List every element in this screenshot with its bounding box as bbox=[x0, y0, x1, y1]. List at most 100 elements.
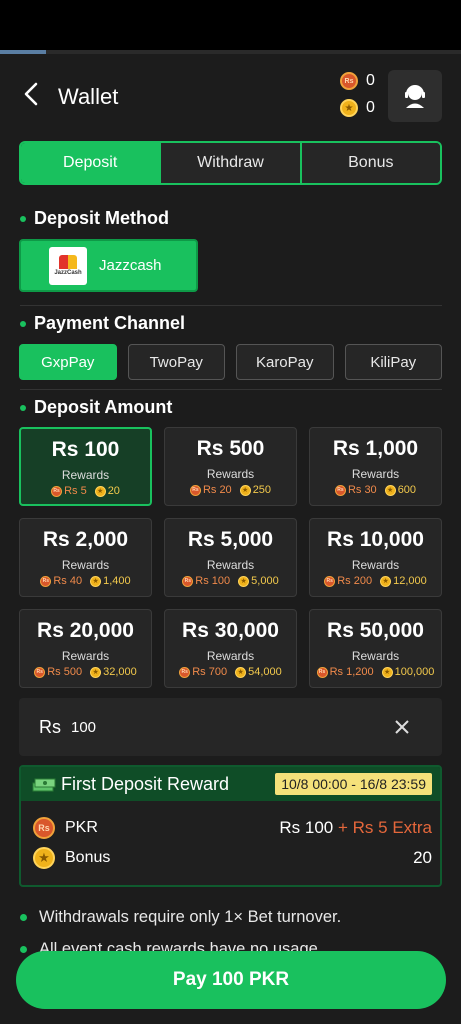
amount-value: Rs 2,000 bbox=[42, 528, 129, 551]
page-title: Wallet bbox=[58, 84, 119, 109]
payment-channels: GxpPay TwoPay KaroPay KiliPay bbox=[19, 344, 442, 380]
bonus-reward: 250 bbox=[252, 484, 272, 496]
reward-breakdown: Rs Rs 700 ★ 54,000 bbox=[179, 666, 282, 678]
star-coin-icon: ★ bbox=[94, 485, 106, 497]
customer-support-button[interactable] bbox=[388, 70, 442, 122]
star-coin-icon: ★ bbox=[33, 847, 55, 869]
bonus-reward: 54,000 bbox=[248, 666, 282, 678]
rupee-coin-icon: Rs bbox=[34, 666, 46, 678]
rupee-coin-icon: Rs bbox=[340, 72, 358, 90]
pay-button[interactable]: Pay 100 PKR bbox=[16, 951, 446, 1009]
amount-option[interactable]: Rs 30,000 Rewards Rs Rs 700 ★ 54,000 bbox=[164, 609, 297, 688]
cash-reward: Rs 100 bbox=[195, 575, 231, 587]
amount-option[interactable]: Rs 20,000 Rewards Rs Rs 500 ★ 32,000 bbox=[19, 609, 152, 688]
pkr-extra: + Rs 5 Extra bbox=[337, 818, 432, 837]
back-arrow-icon[interactable] bbox=[20, 80, 44, 108]
currency-prefix: Rs bbox=[39, 716, 61, 737]
bullet-dot bbox=[20, 946, 27, 953]
note-item: Withdrawals require only 1× Bet turnover… bbox=[20, 908, 341, 927]
star-coin-icon: ★ bbox=[238, 575, 250, 587]
headset-agent-icon bbox=[405, 85, 425, 108]
reward-row-pkr: Rs PKR Rs 100 + Rs 5 Extra bbox=[21, 813, 440, 843]
status-bar bbox=[0, 0, 461, 50]
bonus-balance: ★ 0 bbox=[340, 99, 375, 117]
cash-balance: Rs 0 bbox=[340, 72, 375, 90]
rewards-label: Rewards bbox=[351, 558, 400, 572]
amount-value: Rs 5,000 bbox=[187, 528, 274, 551]
cash-reward: Rs 1,200 bbox=[329, 666, 374, 678]
deposit-method-heading: Deposit Method bbox=[20, 208, 169, 229]
amount-option[interactable]: Rs 500 Rewards Rs Rs 20 ★ 250 bbox=[164, 427, 297, 506]
rupee-coin-icon: Rs bbox=[334, 484, 346, 496]
rewards-label: Rewards bbox=[61, 468, 110, 482]
channel-gxppay[interactable]: GxpPay bbox=[19, 344, 117, 380]
deposit-method-title: Deposit Method bbox=[34, 208, 169, 228]
cash-balance-value: 0 bbox=[366, 72, 375, 89]
jazzcash-logo: JazzCash bbox=[49, 246, 87, 285]
clear-icon[interactable] bbox=[390, 715, 414, 739]
reward-header: First Deposit Reward 10/8 00:00 - 16/8 2… bbox=[21, 767, 440, 801]
divider bbox=[20, 389, 442, 390]
bullet-dot bbox=[20, 320, 26, 327]
payment-channel-heading: Payment Channel bbox=[20, 313, 185, 334]
method-jazzcash[interactable]: JazzCash Jazzcash bbox=[19, 239, 198, 292]
channel-kilipay[interactable]: KiliPay bbox=[344, 344, 442, 380]
payment-channel-title: Payment Channel bbox=[34, 313, 186, 333]
deposit-amount-title: Deposit Amount bbox=[34, 397, 173, 417]
amount-option[interactable]: Rs 2,000 Rewards Rs Rs 40 ★ 1,400 bbox=[19, 518, 152, 597]
channel-karopay[interactable]: KaroPay bbox=[236, 344, 334, 380]
rupee-coin-icon: Rs bbox=[189, 484, 201, 496]
rupee-coin-icon: Rs bbox=[316, 666, 328, 678]
pkr-amount: Rs 100 + Rs 5 Extra bbox=[279, 818, 432, 837]
star-coin-icon: ★ bbox=[90, 666, 102, 678]
amount-value: Rs 1,000 bbox=[332, 437, 419, 460]
reward-breakdown: Rs Rs 1,200 ★ 100,000 bbox=[316, 666, 435, 678]
bonus-reward: 32,000 bbox=[103, 666, 137, 678]
divider bbox=[20, 305, 442, 306]
rewards-label: Rewards bbox=[61, 649, 110, 663]
cash-reward: Rs 30 bbox=[347, 484, 377, 496]
amount-value: Rs 20,000 bbox=[37, 619, 134, 642]
amount-option[interactable]: Rs 5,000 Rewards Rs Rs 100 ★ 5,000 bbox=[164, 518, 297, 597]
bullet-dot bbox=[20, 914, 27, 921]
wallet-tabs: Deposit Withdraw Bonus bbox=[19, 141, 442, 185]
channel-twopay[interactable]: TwoPay bbox=[127, 344, 225, 380]
bullet-dot bbox=[20, 215, 26, 222]
deposit-amount-heading: Deposit Amount bbox=[20, 397, 172, 418]
star-coin-icon: ★ bbox=[380, 575, 392, 587]
reward-breakdown: Rs Rs 500 ★ 32,000 bbox=[34, 666, 137, 678]
amount-value: Rs 30,000 bbox=[182, 619, 279, 642]
rewards-label: Rewards bbox=[61, 558, 110, 572]
tab-bonus[interactable]: Bonus bbox=[299, 143, 440, 183]
amount-option[interactable]: Rs 100 Rewards Rs Rs 5 ★ 20 bbox=[19, 427, 152, 506]
first-deposit-reward-card: First Deposit Reward 10/8 00:00 - 16/8 2… bbox=[19, 765, 442, 887]
reward-period-badge: 10/8 00:00 - 16/8 23:59 bbox=[275, 773, 432, 795]
amount-input[interactable] bbox=[71, 718, 371, 736]
bonus-reward: 100,000 bbox=[394, 666, 435, 678]
amount-value: Rs 100 bbox=[51, 438, 120, 461]
tab-withdraw[interactable]: Withdraw bbox=[159, 143, 300, 183]
rupee-coin-icon: Rs bbox=[33, 817, 55, 839]
bonus-reward: 1,400 bbox=[103, 575, 131, 587]
cash-stack-icon bbox=[32, 778, 56, 792]
rupee-coin-icon: Rs bbox=[182, 575, 194, 587]
reward-breakdown: Rs Rs 100 ★ 5,000 bbox=[182, 575, 279, 587]
reward-title: First Deposit Reward bbox=[61, 773, 230, 794]
star-coin-icon: ★ bbox=[381, 666, 393, 678]
rewards-label: Rewards bbox=[206, 558, 255, 572]
rupee-coin-icon: Rs bbox=[51, 485, 63, 497]
star-coin-icon: ★ bbox=[235, 666, 247, 678]
tab-deposit[interactable]: Deposit bbox=[21, 143, 160, 183]
star-coin-icon: ★ bbox=[239, 484, 251, 496]
amount-option[interactable]: Rs 50,000 Rewards Rs Rs 1,200 ★ 100,000 bbox=[309, 609, 442, 688]
bonus-reward: 12,000 bbox=[393, 575, 427, 587]
method-label: Jazzcash bbox=[99, 257, 162, 274]
rewards-label: Rewards bbox=[206, 467, 255, 481]
cash-reward: Rs 200 bbox=[337, 575, 373, 587]
bullet-dot bbox=[20, 404, 26, 411]
reward-breakdown: Rs Rs 30 ★ 600 bbox=[334, 484, 416, 496]
bonus-label: Bonus bbox=[65, 849, 111, 866]
reward-breakdown: Rs Rs 5 ★ 20 bbox=[51, 485, 120, 497]
amount-option[interactable]: Rs 1,000 Rewards Rs Rs 30 ★ 600 bbox=[309, 427, 442, 506]
amount-option[interactable]: Rs 10,000 Rewards Rs Rs 200 ★ 12,000 bbox=[309, 518, 442, 597]
